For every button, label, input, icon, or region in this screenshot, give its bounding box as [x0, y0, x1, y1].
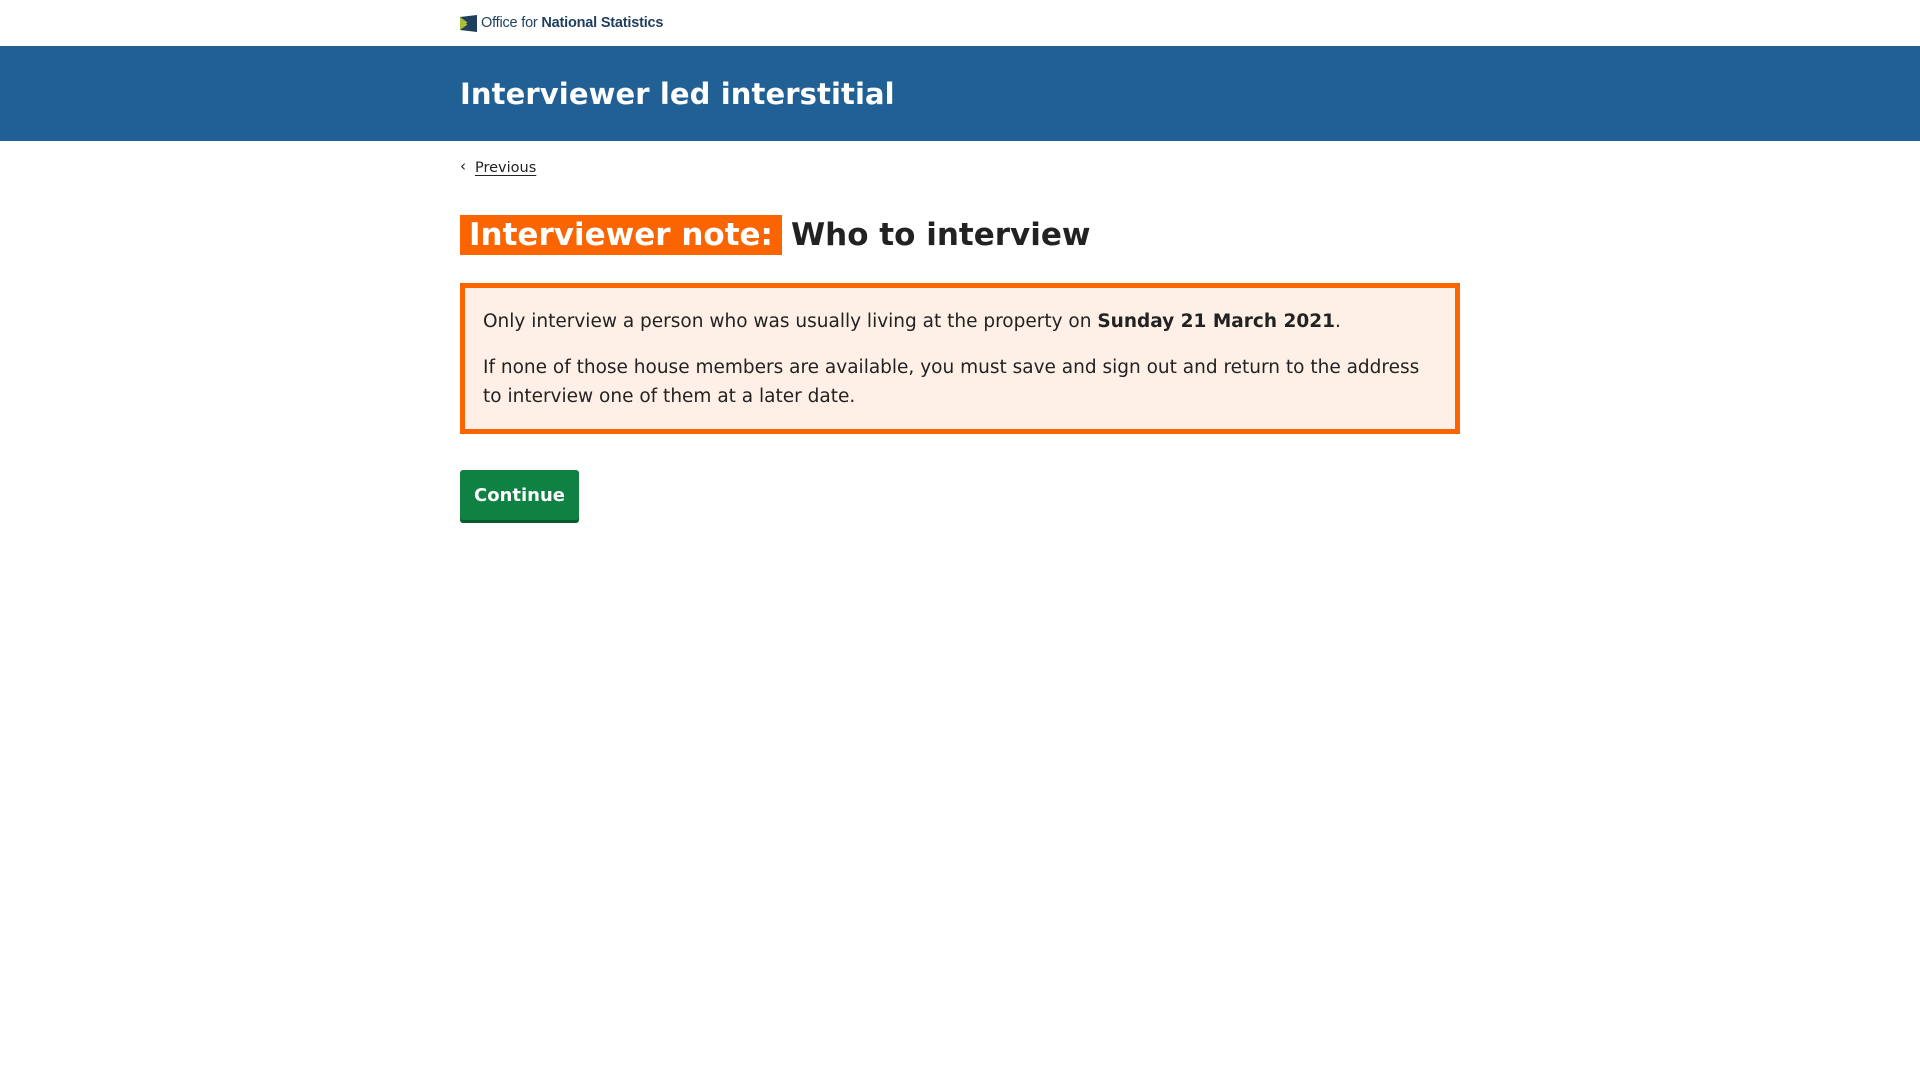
panel-paragraph-1: Only interview a person who was usually …	[483, 307, 1437, 336]
logo-text-emphasis: National Statistics	[541, 15, 664, 31]
logo-text-prefix: Office for	[481, 15, 542, 31]
main-content: ‹ Previous Interviewer note: Who to inte…	[0, 141, 1920, 520]
ons-logo-icon	[460, 14, 477, 32]
continue-button[interactable]: Continue	[460, 470, 579, 520]
interviewer-note-badge: Interviewer note:	[460, 215, 782, 255]
site-header: Office for National Statistics Interview…	[0, 0, 1920, 141]
panel-date: Sunday 21 March 2021	[1097, 311, 1335, 332]
logo-strip: Office for National Statistics	[0, 0, 1920, 46]
page-title-text: Who to interview	[790, 217, 1091, 253]
panel-line1-suffix: .	[1334, 311, 1341, 332]
previous-label: Previous	[475, 159, 537, 176]
ons-logo-link[interactable]: Office for National Statistics	[460, 14, 663, 32]
ons-logo-text: Office for National Statistics	[481, 15, 663, 31]
previous-link[interactable]: ‹ Previous	[460, 157, 537, 176]
page-title: Interviewer note: Who to interview	[460, 215, 1460, 255]
panel-line1-prefix: Only interview a person who was usually …	[483, 311, 1098, 332]
chevron-left-icon: ‹	[460, 157, 466, 175]
interviewer-note-panel: Only interview a person who was usually …	[460, 283, 1460, 434]
title-band: Interviewer led interstitial	[0, 46, 1920, 141]
panel-paragraph-2: If none of those house members are avail…	[483, 357, 1420, 407]
survey-title: Interviewer led interstitial	[460, 76, 895, 111]
